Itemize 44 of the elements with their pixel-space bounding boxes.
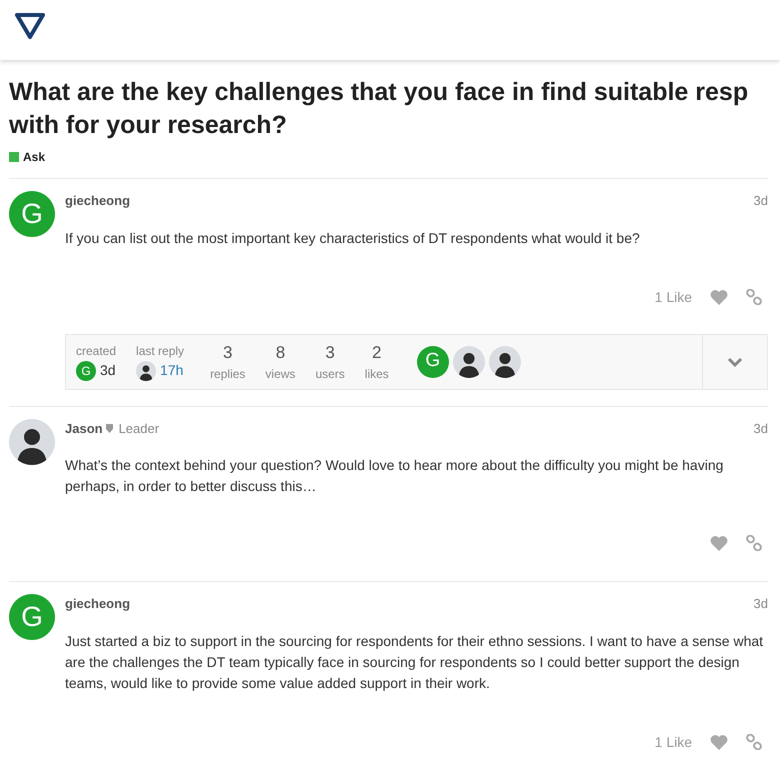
link-icon[interactable] — [746, 734, 762, 750]
logo-icon[interactable] — [14, 12, 46, 40]
post-date[interactable]: 3d — [754, 418, 768, 438]
stat-label: likes — [364, 366, 389, 384]
post-date[interactable]: 3d — [754, 191, 768, 210]
post-body: Just started a biz to support in the sourcing for respondents for their ethno sessions. I want to have a sense what are the challenges the DT team typically face in sourcing for respondents so I could better support the design teams, would like to provide some value added support in their work. — [65, 632, 764, 693]
created-date[interactable]: 3d — [100, 360, 116, 381]
username[interactable]: Jason — [65, 418, 103, 438]
like-count[interactable]: 1 Like — [654, 286, 692, 308]
post-body: If you can list out the most important key characteristics of DT respondents what would it be? — [65, 228, 641, 248]
like-icon[interactable] — [710, 535, 728, 551]
topic-title: What are the key challenges that you face in find suitable resp — [9, 77, 750, 108]
link-icon[interactable] — [746, 289, 762, 305]
stat-value: 2 — [372, 342, 382, 364]
category-link[interactable]: Ask — [23, 148, 46, 166]
stat-label: replies — [210, 366, 246, 384]
stat-value: 3 — [325, 342, 335, 364]
username[interactable]: giecheong — [65, 594, 130, 614]
topic-title: with for your research? — [9, 110, 288, 141]
user-avatar[interactable] — [9, 418, 55, 464]
last-reply-link[interactable]: 17h — [160, 360, 184, 381]
shield-icon — [106, 424, 113, 433]
link-icon[interactable] — [746, 535, 762, 551]
stat-label: views — [265, 366, 296, 384]
post-body: What’s the context behind your question? Would love to hear more about the difficulty you might be having perhaps, in order to better discuss this… — [65, 456, 724, 496]
user-title: Leader — [118, 420, 160, 438]
user-avatar[interactable]: G — [9, 191, 55, 237]
summary-label: created — [76, 343, 116, 360]
post-date[interactable]: 3d — [754, 594, 768, 614]
username[interactable]: giecheong — [65, 191, 130, 210]
user-avatar[interactable]: G — [76, 360, 96, 380]
like-icon[interactable] — [710, 734, 728, 750]
participant-avatar[interactable] — [452, 346, 485, 378]
participant-avatar[interactable] — [488, 346, 521, 378]
stat-value: 8 — [276, 342, 286, 364]
like-count[interactable]: 1 Like — [654, 732, 692, 752]
chevron-down-icon — [727, 356, 743, 366]
stat-label: users — [315, 366, 345, 384]
summary-label: last reply — [136, 343, 184, 360]
stat-value: 3 — [223, 342, 232, 364]
user-avatar[interactable] — [136, 360, 156, 380]
participant-avatar[interactable]: G — [416, 346, 449, 378]
user-avatar[interactable]: G — [9, 594, 55, 640]
like-icon[interactable] — [710, 289, 728, 305]
